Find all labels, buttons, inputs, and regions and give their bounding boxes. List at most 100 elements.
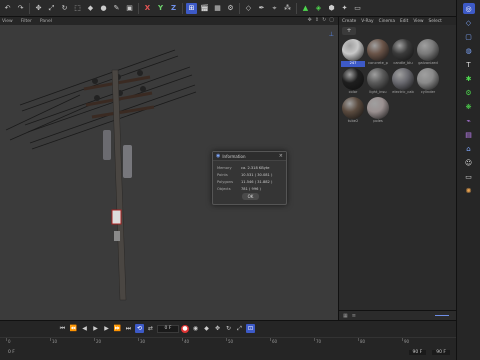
cube-icon[interactable]: ◆: [85, 3, 96, 14]
dynamics-icon[interactable]: ❋: [463, 101, 475, 112]
material-menu-edit[interactable]: Edit: [400, 19, 408, 24]
array-icon[interactable]: ⁂: [282, 3, 293, 14]
x-axis-lock-button[interactable]: X: [142, 3, 153, 14]
sculpt-icon[interactable]: ▤: [463, 129, 475, 140]
scale-key-icon[interactable]: ⤢: [235, 324, 244, 333]
render-settings-icon[interactable]: ⚙: [225, 3, 236, 14]
material-name: cylinder: [420, 90, 436, 94]
move-tool-icon[interactable]: ✥: [33, 3, 44, 14]
material-swatch[interactable]: light_insu: [366, 68, 390, 96]
hair-icon[interactable]: ⌁: [463, 115, 475, 126]
material-menu-create[interactable]: Create: [342, 19, 356, 24]
timeline-range-bar: 0 F 90 F 90 F: [0, 347, 456, 357]
timeline-ruler[interactable]: 0 10 20 30 40 50 60 70 80 90: [0, 337, 456, 345]
add-material-button[interactable]: +: [342, 26, 356, 35]
param-key-icon[interactable]: ⊡: [246, 324, 255, 333]
pan-icon[interactable]: ✥: [308, 17, 312, 23]
ok-button[interactable]: OK: [242, 193, 259, 200]
end-frame-field[interactable]: 90 F: [408, 349, 427, 355]
info-label: Points: [217, 172, 228, 177]
prev-frame-icon[interactable]: ◀: [80, 324, 89, 333]
material-swatch[interactable]: color: [341, 68, 365, 96]
material-menu-cinema[interactable]: Cinema: [379, 19, 395, 24]
next-key-icon[interactable]: ⏩: [113, 324, 122, 333]
grid-view-icon[interactable]: ▦: [343, 313, 348, 319]
redo-icon[interactable]: ↷: [15, 3, 26, 14]
rotate-key-icon[interactable]: ↻: [224, 324, 233, 333]
material-swatch[interactable]: galvanized: [416, 39, 440, 67]
material-swatch[interactable]: poles: [366, 97, 390, 125]
material-swatch[interactable]: concrete_p: [366, 39, 390, 67]
keyframe-icon[interactable]: ◆: [202, 324, 211, 333]
move-key-icon[interactable]: ✥: [213, 324, 222, 333]
camera-icon[interactable]: ▭: [463, 171, 475, 182]
generator-icon[interactable]: ⬢: [326, 3, 337, 14]
loop-icon[interactable]: ⟲: [135, 324, 144, 333]
material-swatch[interactable]: electric_cab: [391, 68, 415, 96]
material-name: poles: [373, 119, 383, 123]
close-icon[interactable]: ×: [279, 153, 283, 159]
effector-icon[interactable]: ◈: [313, 3, 324, 14]
edge-mode-icon[interactable]: ▢: [463, 31, 475, 42]
3d-viewport[interactable]: ⊥: [0, 25, 338, 320]
render-region-icon[interactable]: ▦: [212, 3, 223, 14]
fps-icon[interactable]: ⇄: [146, 324, 155, 333]
thumbnail-size-slider[interactable]: [435, 315, 449, 316]
text-tool-icon[interactable]: T: [463, 59, 475, 70]
information-dialog: ◉ Information × Memory ca. 2.318 KByte Poi…: [212, 151, 287, 205]
select-tool-icon[interactable]: ⬚: [72, 3, 83, 14]
list-view-icon[interactable]: ≡: [352, 313, 356, 319]
max-frame-field[interactable]: 90 F: [432, 349, 450, 355]
lock-icon[interactable]: ⌂: [463, 143, 475, 154]
deformer-icon[interactable]: ▲: [300, 3, 311, 14]
record-icon[interactable]: ●: [181, 324, 189, 333]
sphere-icon[interactable]: ●: [98, 3, 109, 14]
camera-icon[interactable]: ▭: [352, 3, 363, 14]
material-name: tube2: [347, 119, 359, 123]
render-icon[interactable]: ▣: [124, 3, 135, 14]
mograph-icon[interactable]: ✱: [463, 73, 475, 84]
orbit-icon[interactable]: ↻: [322, 17, 326, 23]
cube-primitive-icon[interactable]: ◇: [243, 3, 254, 14]
go-to-end-icon[interactable]: ⏭: [124, 324, 133, 333]
z-axis-lock-button[interactable]: Z: [168, 3, 179, 14]
material-menu-select[interactable]: Select: [429, 19, 442, 24]
light-bulb-icon[interactable]: ✺: [463, 185, 475, 196]
rotate-tool-icon[interactable]: ↻: [59, 3, 70, 14]
next-frame-icon[interactable]: ▶: [102, 324, 111, 333]
material-menu-vray[interactable]: V-Ray: [361, 19, 373, 24]
effector-icon[interactable]: ⚙: [463, 87, 475, 98]
coordinate-system-icon[interactable]: ⊞: [186, 2, 197, 14]
snap-icon[interactable]: ⌖: [269, 3, 280, 14]
toolbar-divider: [29, 2, 30, 14]
maximize-icon[interactable]: ▢: [329, 17, 334, 23]
viewport-menu-panel[interactable]: Panel: [40, 19, 52, 24]
vertical-toolbar: ◎ ◇ ▢ ◍ T ✱ ⚙ ❋ ⌁ ▤ ⌂ ☺ ▭ ✺: [456, 0, 480, 360]
film-clapper-icon[interactable]: 🎬︎: [199, 3, 210, 14]
cube-mode-icon[interactable]: ◇: [463, 17, 475, 28]
current-frame-field[interactable]: 0 F: [157, 324, 179, 333]
material-name: galvanized: [418, 61, 438, 65]
material-swatch[interactable]: cylinder: [416, 68, 440, 96]
material-swatch[interactable]: candle_blu: [391, 39, 415, 67]
emoji-icon[interactable]: ☺: [463, 157, 475, 168]
material-swatch[interactable]: 247: [341, 39, 365, 67]
go-to-start-icon[interactable]: ⏮: [58, 324, 67, 333]
zoom-icon[interactable]: ⇕: [315, 17, 319, 23]
pen-spline-icon[interactable]: ✒: [256, 3, 267, 14]
viewport-menu-view[interactable]: View: [2, 19, 13, 24]
viewport-menu-filter[interactable]: Filter: [21, 19, 32, 24]
autokey-icon[interactable]: ◉: [191, 324, 200, 333]
undo-icon[interactable]: ↶: [2, 3, 13, 14]
globe-icon[interactable]: ◍: [463, 45, 475, 56]
material-swatch[interactable]: tube2: [341, 97, 365, 125]
pen-tool-icon[interactable]: ✎: [111, 3, 122, 14]
y-axis-lock-button[interactable]: Y: [155, 3, 166, 14]
scale-tool-icon[interactable]: ⤢: [46, 3, 57, 14]
material-menu-view[interactable]: View: [413, 19, 423, 24]
light-icon[interactable]: ✦: [339, 3, 350, 14]
prev-key-icon[interactable]: ⏪: [69, 324, 78, 333]
play-icon[interactable]: ▶: [91, 324, 100, 333]
pole-box: [114, 231, 120, 241]
object-mode-icon[interactable]: ◎: [462, 3, 475, 14]
